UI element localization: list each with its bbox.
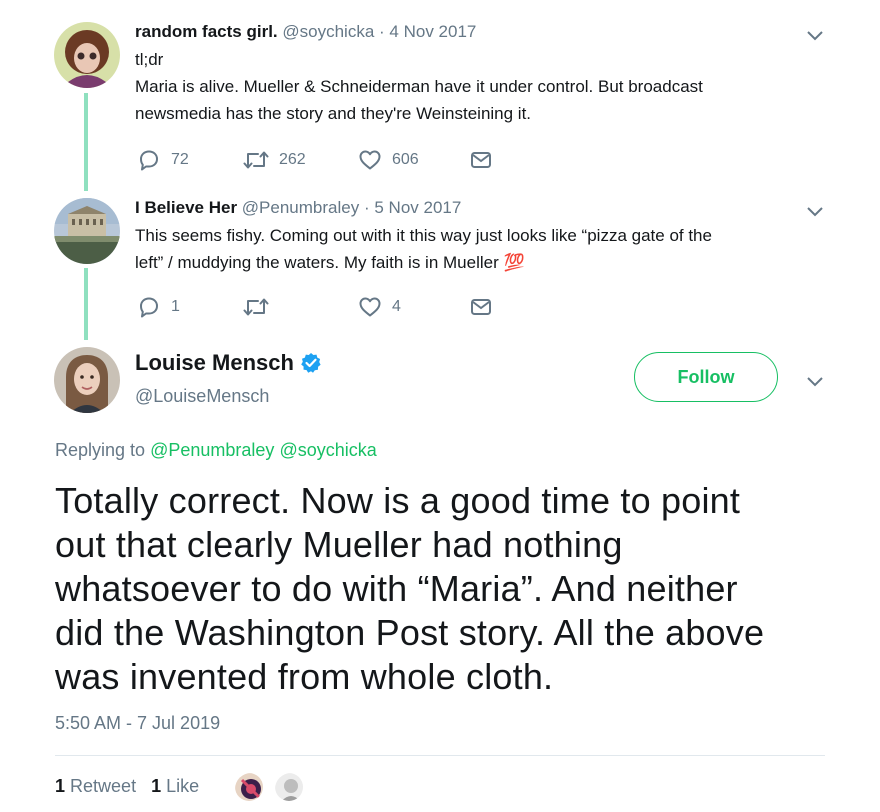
like-button[interactable]: 606 <box>358 148 419 172</box>
like-count: 4 <box>392 298 401 315</box>
dm-icon <box>471 299 491 315</box>
separator-dot: · <box>363 198 370 217</box>
dm-button[interactable] <box>470 295 492 319</box>
chevron-down-icon[interactable] <box>806 375 824 387</box>
dm-icon <box>471 152 491 168</box>
chevron-down-icon[interactable] <box>806 205 824 217</box>
reply-button[interactable]: 72 <box>137 148 189 172</box>
avatar[interactable] <box>54 22 120 88</box>
tweet-text-line: newsmedia has the story and they're Wein… <box>135 104 532 123</box>
like-icon <box>359 297 381 317</box>
hundred-points-emoji: 💯 <box>503 253 525 272</box>
reply-count: 1 <box>171 298 180 315</box>
tweet-date[interactable]: 5 Nov 2017 <box>374 198 461 217</box>
tweet-text-line: tl;dr <box>135 50 164 69</box>
author-name-row: Louise Mensch <box>135 350 322 376</box>
retweet-stat-label: Retweet <box>70 776 137 796</box>
follow-button[interactable]: Follow <box>634 352 778 402</box>
like-button[interactable]: 4 <box>358 295 401 319</box>
tweet-text-line: This seems fishy. Coming out with it thi… <box>135 226 712 245</box>
tweet-text-line: Maria is alive. Mueller & Schneiderman h… <box>135 77 703 96</box>
verified-badge-icon <box>301 353 321 373</box>
engagement-stats: 1 Retweet 1 Like <box>55 776 199 797</box>
retweet-icon <box>243 151 269 169</box>
like-stat[interactable]: 1 Like <box>151 776 199 796</box>
dm-button[interactable] <box>470 148 492 172</box>
chevron-down-icon[interactable] <box>806 29 824 41</box>
author-name[interactable]: I Believe Her <box>135 198 237 217</box>
avatar[interactable] <box>54 198 120 264</box>
avatar[interactable] <box>54 347 120 413</box>
retweet-count: 262 <box>279 151 306 168</box>
mention-link[interactable]: @soychicka <box>279 440 376 460</box>
reply-icon <box>140 297 158 318</box>
tweet-text-line: was invented from whole cloth. <box>55 656 554 697</box>
author-handle[interactable]: @LouiseMensch <box>135 386 269 407</box>
tweet-timestamp[interactable]: 5:50 AM - 7 Jul 2019 <box>55 713 220 734</box>
tweet-text-line: left” / muddying the waters. My faith is… <box>135 249 805 276</box>
tweet-date[interactable]: 4 Nov 2017 <box>389 22 476 41</box>
tweet-text-line: out that clearly Mueller had nothing <box>55 524 623 565</box>
tweet-text: tl;dr Maria is alive. Mueller & Schneide… <box>135 46 805 127</box>
reply-count: 72 <box>171 151 189 168</box>
like-stat-label: Like <box>166 776 200 796</box>
retweet-stat-count: 1 <box>55 776 66 796</box>
retweet-button[interactable] <box>243 295 279 319</box>
separator-dot: · <box>379 22 385 41</box>
author-handle[interactable]: @Penumbraley <box>242 198 359 217</box>
reply-button[interactable]: 1 <box>137 295 180 319</box>
tweet-text: This seems fishy. Coming out with it thi… <box>135 222 805 276</box>
reply-icon <box>140 150 158 171</box>
replying-to: Replying to @Penumbraley @soychicka <box>55 440 377 461</box>
mention-link[interactable]: @Penumbraley <box>150 440 274 460</box>
liker-avatar[interactable] <box>233 771 265 803</box>
like-stat-count: 1 <box>151 776 162 796</box>
retweet-button[interactable]: 262 <box>243 148 306 172</box>
author-name[interactable]: random facts girl. <box>135 22 278 41</box>
thread-tweet[interactable]: I Believe Her @Penumbraley · 5 Nov 2017 … <box>0 190 880 340</box>
like-count: 606 <box>392 151 419 168</box>
divider <box>55 755 825 756</box>
tweet-text-line: whatsoever to do with “Maria”. And neith… <box>55 568 738 609</box>
replying-prefix: Replying to <box>55 440 146 460</box>
tweet-text-line: Totally correct. Now is a good time to p… <box>55 480 741 521</box>
retweet-icon <box>243 298 269 316</box>
tweet-text: Totally correct. Now is a good time to p… <box>55 479 825 699</box>
tweet-text-fragment: left” / muddying the waters. My faith is… <box>135 253 499 272</box>
liker-avatar[interactable] <box>273 771 305 803</box>
author-handle[interactable]: @soychicka <box>282 22 374 41</box>
thread-tweet[interactable]: random facts girl. @soychicka · 4 Nov 20… <box>0 0 880 190</box>
like-icon <box>359 150 381 170</box>
retweet-stat[interactable]: 1 Retweet <box>55 776 136 796</box>
tweet-text-line: did the Washington Post story. All the a… <box>55 612 765 653</box>
author-name[interactable]: Louise Mensch <box>135 350 294 376</box>
